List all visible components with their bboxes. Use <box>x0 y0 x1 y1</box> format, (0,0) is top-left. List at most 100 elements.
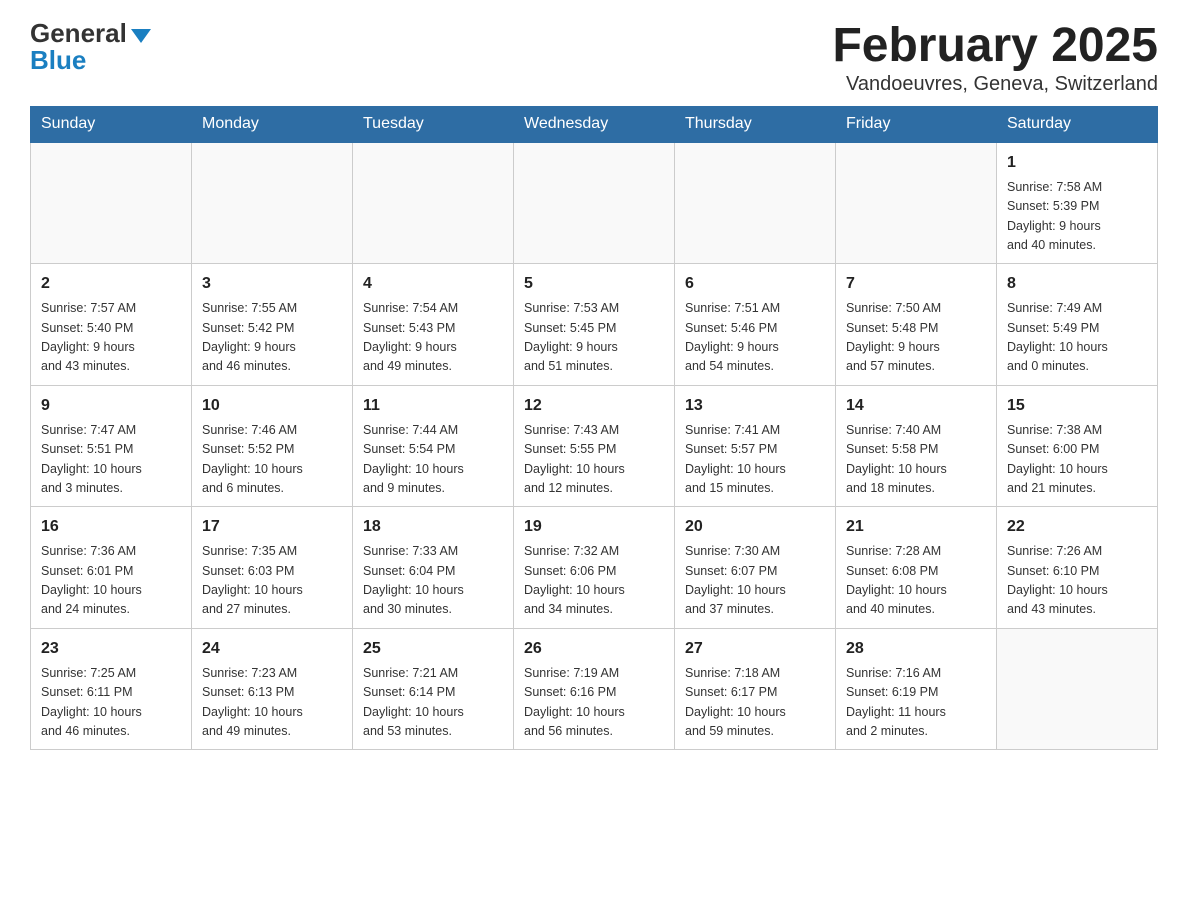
day-number: 15 <box>1007 394 1147 418</box>
page-subtitle: Vandoeuvres, Geneva, Switzerland <box>832 73 1158 96</box>
day-number: 11 <box>363 394 503 418</box>
calendar-cell: 24 Sunrise: 7:23 AM Sunset: 6:13 PM Dayli… <box>192 628 353 750</box>
calendar-body: 1 Sunrise: 7:58 AM Sunset: 5:39 PM Daylig… <box>31 142 1158 750</box>
day-number: 24 <box>202 637 342 661</box>
day-number: 27 <box>685 637 825 661</box>
day-number: 18 <box>363 515 503 539</box>
day-number: 25 <box>363 637 503 661</box>
calendar-header-row: Sunday Monday Tuesday Wednesday Thursday… <box>31 106 1158 142</box>
day-number: 19 <box>524 515 664 539</box>
title-block: February 2025 Vandoeuvres, Geneva, Switz… <box>832 20 1158 96</box>
header-monday: Monday <box>192 106 353 142</box>
calendar-cell: 27 Sunrise: 7:18 AM Sunset: 6:17 PM Dayli… <box>675 628 836 750</box>
logo-blue-text: Blue <box>30 45 86 75</box>
calendar-table: Sunday Monday Tuesday Wednesday Thursday… <box>30 106 1158 751</box>
calendar-cell: 19 Sunrise: 7:32 AM Sunset: 6:06 PM Dayli… <box>514 507 675 629</box>
calendar-cell <box>997 628 1158 750</box>
day-info: Sunrise: 7:55 AM Sunset: 5:42 PM Dayligh… <box>202 299 342 377</box>
day-number: 9 <box>41 394 181 418</box>
calendar-cell: 13 Sunrise: 7:41 AM Sunset: 5:57 PM Dayli… <box>675 385 836 507</box>
calendar-cell: 16 Sunrise: 7:36 AM Sunset: 6:01 PM Dayli… <box>31 507 192 629</box>
day-number: 21 <box>846 515 986 539</box>
day-info: Sunrise: 7:18 AM Sunset: 6:17 PM Dayligh… <box>685 664 825 742</box>
calendar-week-0: 1 Sunrise: 7:58 AM Sunset: 5:39 PM Daylig… <box>31 142 1158 264</box>
header-saturday: Saturday <box>997 106 1158 142</box>
calendar-week-2: 9 Sunrise: 7:47 AM Sunset: 5:51 PM Daylig… <box>31 385 1158 507</box>
day-number: 1 <box>1007 151 1147 175</box>
day-info: Sunrise: 7:47 AM Sunset: 5:51 PM Dayligh… <box>41 421 181 499</box>
calendar-cell: 25 Sunrise: 7:21 AM Sunset: 6:14 PM Dayli… <box>353 628 514 750</box>
day-number: 28 <box>846 637 986 661</box>
calendar-cell: 23Sunrise: 7:25 AM Sunset: 6:11 PM Dayli… <box>31 628 192 750</box>
calendar-cell: 7Sunrise: 7:50 AM Sunset: 5:48 PM Daylig… <box>836 264 997 386</box>
calendar-cell: 2 Sunrise: 7:57 AM Sunset: 5:40 PM Daylig… <box>31 264 192 386</box>
calendar-header: Sunday Monday Tuesday Wednesday Thursday… <box>31 106 1158 142</box>
calendar-cell <box>192 142 353 264</box>
day-info: Sunrise: 7:49 AM Sunset: 5:49 PM Dayligh… <box>1007 299 1147 377</box>
calendar-cell: 5 Sunrise: 7:53 AM Sunset: 5:45 PM Daylig… <box>514 264 675 386</box>
page-title: February 2025 <box>832 20 1158 73</box>
day-info: Sunrise: 7:30 AM Sunset: 6:07 PM Dayligh… <box>685 542 825 620</box>
calendar-cell: 20 Sunrise: 7:30 AM Sunset: 6:07 PM Dayli… <box>675 507 836 629</box>
calendar-cell: 21 Sunrise: 7:28 AM Sunset: 6:08 PM Dayli… <box>836 507 997 629</box>
calendar-cell: 22 Sunrise: 7:26 AM Sunset: 6:10 PM Dayli… <box>997 507 1158 629</box>
calendar-cell: 12Sunrise: 7:43 AM Sunset: 5:55 PM Dayli… <box>514 385 675 507</box>
calendar-cell: 15 Sunrise: 7:38 AM Sunset: 6:00 PM Dayli… <box>997 385 1158 507</box>
calendar-cell <box>514 142 675 264</box>
day-number: 7 <box>846 272 986 296</box>
calendar-cell: 4 Sunrise: 7:54 AM Sunset: 5:43 PM Daylig… <box>353 264 514 386</box>
day-number: 14 <box>846 394 986 418</box>
calendar-cell: 17Sunrise: 7:35 AM Sunset: 6:03 PM Dayli… <box>192 507 353 629</box>
day-number: 2 <box>41 272 181 296</box>
logo-blue-row: Blue <box>30 47 86 74</box>
day-info: Sunrise: 7:43 AM Sunset: 5:55 PM Dayligh… <box>524 421 664 499</box>
day-number: 20 <box>685 515 825 539</box>
calendar-cell: 1 Sunrise: 7:58 AM Sunset: 5:39 PM Daylig… <box>997 142 1158 264</box>
calendar-cell: 14 Sunrise: 7:40 AM Sunset: 5:58 PM Dayli… <box>836 385 997 507</box>
day-number: 10 <box>202 394 342 418</box>
calendar-cell: 26 Sunrise: 7:19 AM Sunset: 6:16 PM Dayli… <box>514 628 675 750</box>
day-number: 23 <box>41 637 181 661</box>
logo-general-text: General <box>30 18 127 48</box>
day-info: Sunrise: 7:26 AM Sunset: 6:10 PM Dayligh… <box>1007 542 1147 620</box>
day-info: Sunrise: 7:38 AM Sunset: 6:00 PM Dayligh… <box>1007 421 1147 499</box>
day-info: Sunrise: 7:41 AM Sunset: 5:57 PM Dayligh… <box>685 421 825 499</box>
day-info: Sunrise: 7:36 AM Sunset: 6:01 PM Dayligh… <box>41 542 181 620</box>
calendar-cell <box>353 142 514 264</box>
day-info: Sunrise: 7:28 AM Sunset: 6:08 PM Dayligh… <box>846 542 986 620</box>
day-number: 4 <box>363 272 503 296</box>
day-info: Sunrise: 7:19 AM Sunset: 6:16 PM Dayligh… <box>524 664 664 742</box>
day-info: Sunrise: 7:21 AM Sunset: 6:14 PM Dayligh… <box>363 664 503 742</box>
day-info: Sunrise: 7:57 AM Sunset: 5:40 PM Dayligh… <box>41 299 181 377</box>
calendar-cell <box>836 142 997 264</box>
day-info: Sunrise: 7:33 AM Sunset: 6:04 PM Dayligh… <box>363 542 503 620</box>
day-info: Sunrise: 7:58 AM Sunset: 5:39 PM Dayligh… <box>1007 178 1147 256</box>
day-number: 5 <box>524 272 664 296</box>
day-info: Sunrise: 7:40 AM Sunset: 5:58 PM Dayligh… <box>846 421 986 499</box>
day-info: Sunrise: 7:46 AM Sunset: 5:52 PM Dayligh… <box>202 421 342 499</box>
day-number: 22 <box>1007 515 1147 539</box>
day-number: 3 <box>202 272 342 296</box>
day-number: 13 <box>685 394 825 418</box>
header-friday: Friday <box>836 106 997 142</box>
day-info: Sunrise: 7:35 AM Sunset: 6:03 PM Dayligh… <box>202 542 342 620</box>
day-info: Sunrise: 7:23 AM Sunset: 6:13 PM Dayligh… <box>202 664 342 742</box>
calendar-cell: 18 Sunrise: 7:33 AM Sunset: 6:04 PM Dayli… <box>353 507 514 629</box>
calendar-cell <box>31 142 192 264</box>
day-number: 16 <box>41 515 181 539</box>
day-info: Sunrise: 7:54 AM Sunset: 5:43 PM Dayligh… <box>363 299 503 377</box>
day-number: 8 <box>1007 272 1147 296</box>
calendar-week-3: 16 Sunrise: 7:36 AM Sunset: 6:01 PM Dayli… <box>31 507 1158 629</box>
day-number: 26 <box>524 637 664 661</box>
header-tuesday: Tuesday <box>353 106 514 142</box>
calendar-cell: 11 Sunrise: 7:44 AM Sunset: 5:54 PM Dayli… <box>353 385 514 507</box>
day-info: Sunrise: 7:16 AM Sunset: 6:19 PM Dayligh… <box>846 664 986 742</box>
day-info: Sunrise: 7:32 AM Sunset: 6:06 PM Dayligh… <box>524 542 664 620</box>
calendar-week-4: 23Sunrise: 7:25 AM Sunset: 6:11 PM Dayli… <box>31 628 1158 750</box>
header-thursday: Thursday <box>675 106 836 142</box>
logo-general-row: General <box>30 20 151 47</box>
logo-triangle-icon <box>131 29 151 43</box>
day-info: Sunrise: 7:53 AM Sunset: 5:45 PM Dayligh… <box>524 299 664 377</box>
day-info: Sunrise: 7:44 AM Sunset: 5:54 PM Dayligh… <box>363 421 503 499</box>
header-wednesday: Wednesday <box>514 106 675 142</box>
